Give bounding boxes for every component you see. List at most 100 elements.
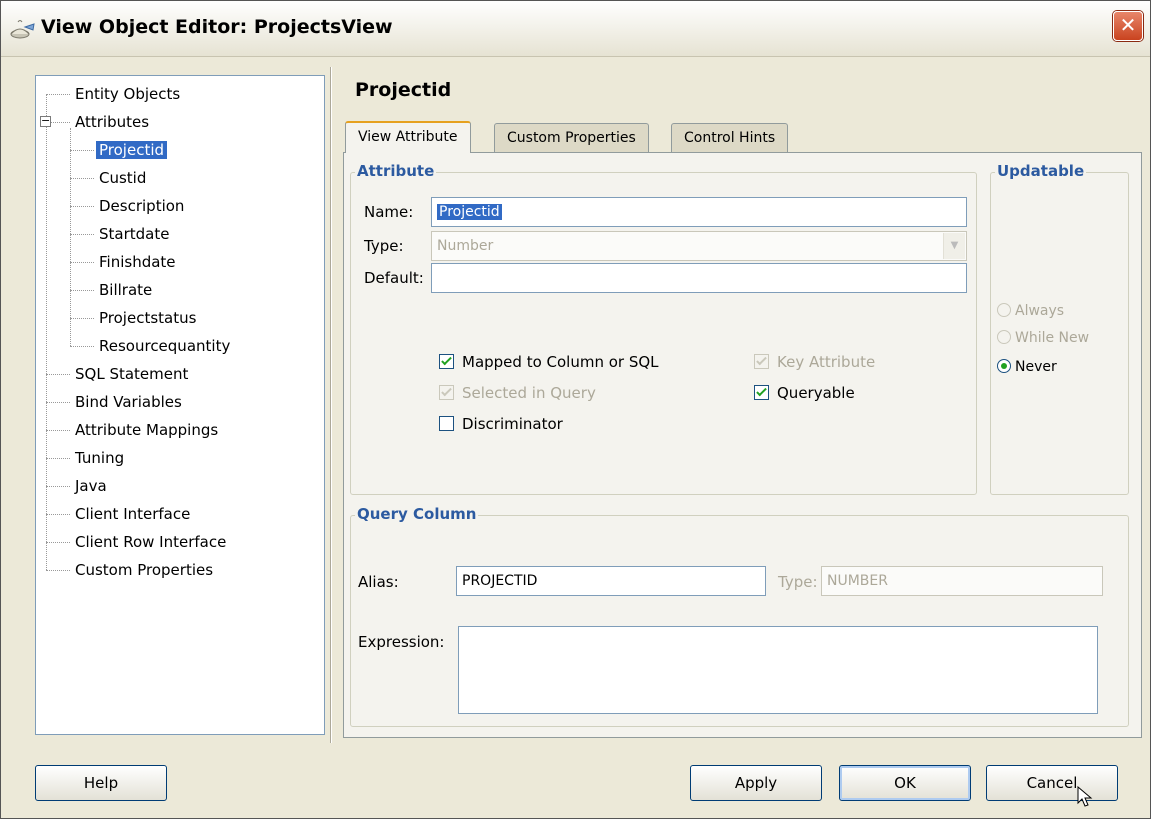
ok-button[interactable]: OK [839,765,971,801]
tree-item-java[interactable]: Java [72,474,110,498]
tree-item-attribute-mappings[interactable]: Attribute Mappings [72,418,221,442]
tree-item-label: Java [75,477,107,495]
tree-item-custom-properties[interactable]: Custom Properties [72,558,216,582]
tree-item-label: Resourcequantity [99,337,231,355]
tree-collapse-icon[interactable]: − [40,115,51,127]
tree-item-label: Client Row Interface [75,533,227,551]
tree-connector-line [46,94,70,95]
radio-unselected-icon [997,303,1011,317]
dialog-window: View Object Editor: ProjectsView ✕ Entit… [0,0,1151,819]
expression-field[interactable] [458,626,1098,714]
panel-splitter[interactable] [330,67,332,743]
tree-connector-line [70,150,94,151]
tree-item-label: Custid [99,169,147,187]
default-label: Default: [364,269,424,287]
tab-view-attribute[interactable]: View Attribute [345,121,471,153]
alias-label: Alias: [358,573,399,591]
checkbox-checked-icon [439,354,454,369]
updatable-group-title: Updatable [995,162,1087,180]
checkbox-checked-icon [754,385,769,400]
tree-item-finishdate[interactable]: Finishdate [96,250,179,274]
updatable-always-radio[interactable]: Always [997,300,1064,322]
discriminator-checkbox[interactable]: Discriminator [439,413,563,435]
tree-item-description[interactable]: Description [96,194,187,218]
tree-item-label: Description [99,197,185,215]
mouse-cursor-icon [1077,786,1093,807]
tree-item-projectstatus[interactable]: Projectstatus [96,306,199,330]
tab-custom-properties[interactable]: Custom Properties [494,123,649,153]
tree-connector-line [70,234,94,235]
tree-item-label: Custom Properties [75,561,214,579]
tree-connector-line [46,94,47,570]
alias-field[interactable]: PROJECTID [456,566,766,596]
tree-connector-line [46,514,70,515]
tree-item-label: Tuning [75,449,125,467]
name-label: Name: [364,203,414,221]
tree-connector-line [70,290,94,291]
tree-item-sql-statement[interactable]: SQL Statement [72,362,191,386]
tree-item-entity-objects[interactable]: Entity Objects [72,82,183,106]
tree-item-projectid[interactable]: Projectid [94,138,169,162]
key-attribute-checkbox[interactable]: Key Attribute [754,351,875,373]
tree-item-bind-variables[interactable]: Bind Variables [72,390,185,414]
tree-item-client-interface[interactable]: Client Interface [72,502,193,526]
type-label: Type: [364,237,404,255]
updatable-never-radio[interactable]: Never [997,356,1057,378]
tree-item-attributes[interactable]: Attributes [72,110,152,134]
tree-connector-line [46,430,70,431]
navigation-tree[interactable]: Entity Objects − Attributes Projectid Custid… [35,75,325,735]
updatable-group: Updatable Always While New Never [990,162,1129,495]
checkbox-unchecked-icon [439,416,454,431]
name-field[interactable]: Projectid [431,197,967,227]
type-combobox[interactable]: Number ▼ [431,231,967,261]
tree-item-label: Startdate [99,225,170,243]
help-button[interactable]: Help [35,765,167,801]
app-icon [10,20,35,39]
updatable-while-new-radio[interactable]: While New [997,327,1089,349]
tree-item-client-row-interface[interactable]: Client Row Interface [72,530,229,554]
default-field[interactable] [431,263,967,293]
expression-label: Expression: [358,633,445,651]
query-column-group: Query Column Alias: PROJECTID Type: NUMB… [350,505,1129,727]
tab-control-hints[interactable]: Control Hints [671,123,789,153]
tree-item-custid[interactable]: Custid [96,166,149,190]
tree-connector-line [46,458,70,459]
title-bar[interactable]: View Object Editor: ProjectsView ✕ [1,1,1150,57]
tree-item-label: Bind Variables [75,393,182,411]
tree-item-label: Projectstatus [99,309,197,327]
tree-item-label: Projectid [94,140,169,160]
dialog-body: Entity Objects − Attributes Projectid Custid… [11,59,1142,807]
tree-connector-line [70,262,94,263]
radio-unselected-icon [997,330,1011,344]
tree-item-label: Client Interface [75,505,191,523]
window-title: View Object Editor: ProjectsView [41,16,393,38]
tab-panel: Attribute Name: Projectid Type: Number ▼… [343,152,1142,738]
checkbox-checked-icon [754,354,769,369]
queryable-checkbox[interactable]: Queryable [754,382,855,404]
tree-item-label: Attributes [75,113,150,131]
tree-item-label: SQL Statement [75,365,189,383]
tree-connector-line [46,374,70,375]
tree-connector-line [70,178,94,179]
apply-button[interactable]: Apply [690,765,822,801]
tree-connector-line [46,542,70,543]
tree-item-resourcequantity[interactable]: Resourcequantity [96,334,233,358]
selected-in-query-checkbox[interactable]: Selected in Query [439,382,596,404]
chevron-down-icon[interactable]: ▼ [943,233,965,259]
tree-connector-line [46,486,70,487]
cancel-button[interactable]: Cancel [986,765,1118,801]
tree-item-tuning[interactable]: Tuning [72,446,127,470]
query-type-field: NUMBER [821,566,1103,596]
tree-connector-line [46,570,70,571]
tree-connector-line [70,346,94,347]
tree-item-startdate[interactable]: Startdate [96,222,172,246]
tree-item-billrate[interactable]: Billrate [96,278,155,302]
mapped-to-column-checkbox[interactable]: Mapped to Column or SQL [439,351,659,373]
query-type-label: Type: [778,573,818,591]
tree-connector-line [70,206,94,207]
tree-item-label: Attribute Mappings [75,421,219,439]
close-icon[interactable]: ✕ [1113,11,1143,41]
tree-item-label: Billrate [99,281,153,299]
tree-item-label: Entity Objects [75,85,181,103]
page-title: Projectid [355,79,452,101]
